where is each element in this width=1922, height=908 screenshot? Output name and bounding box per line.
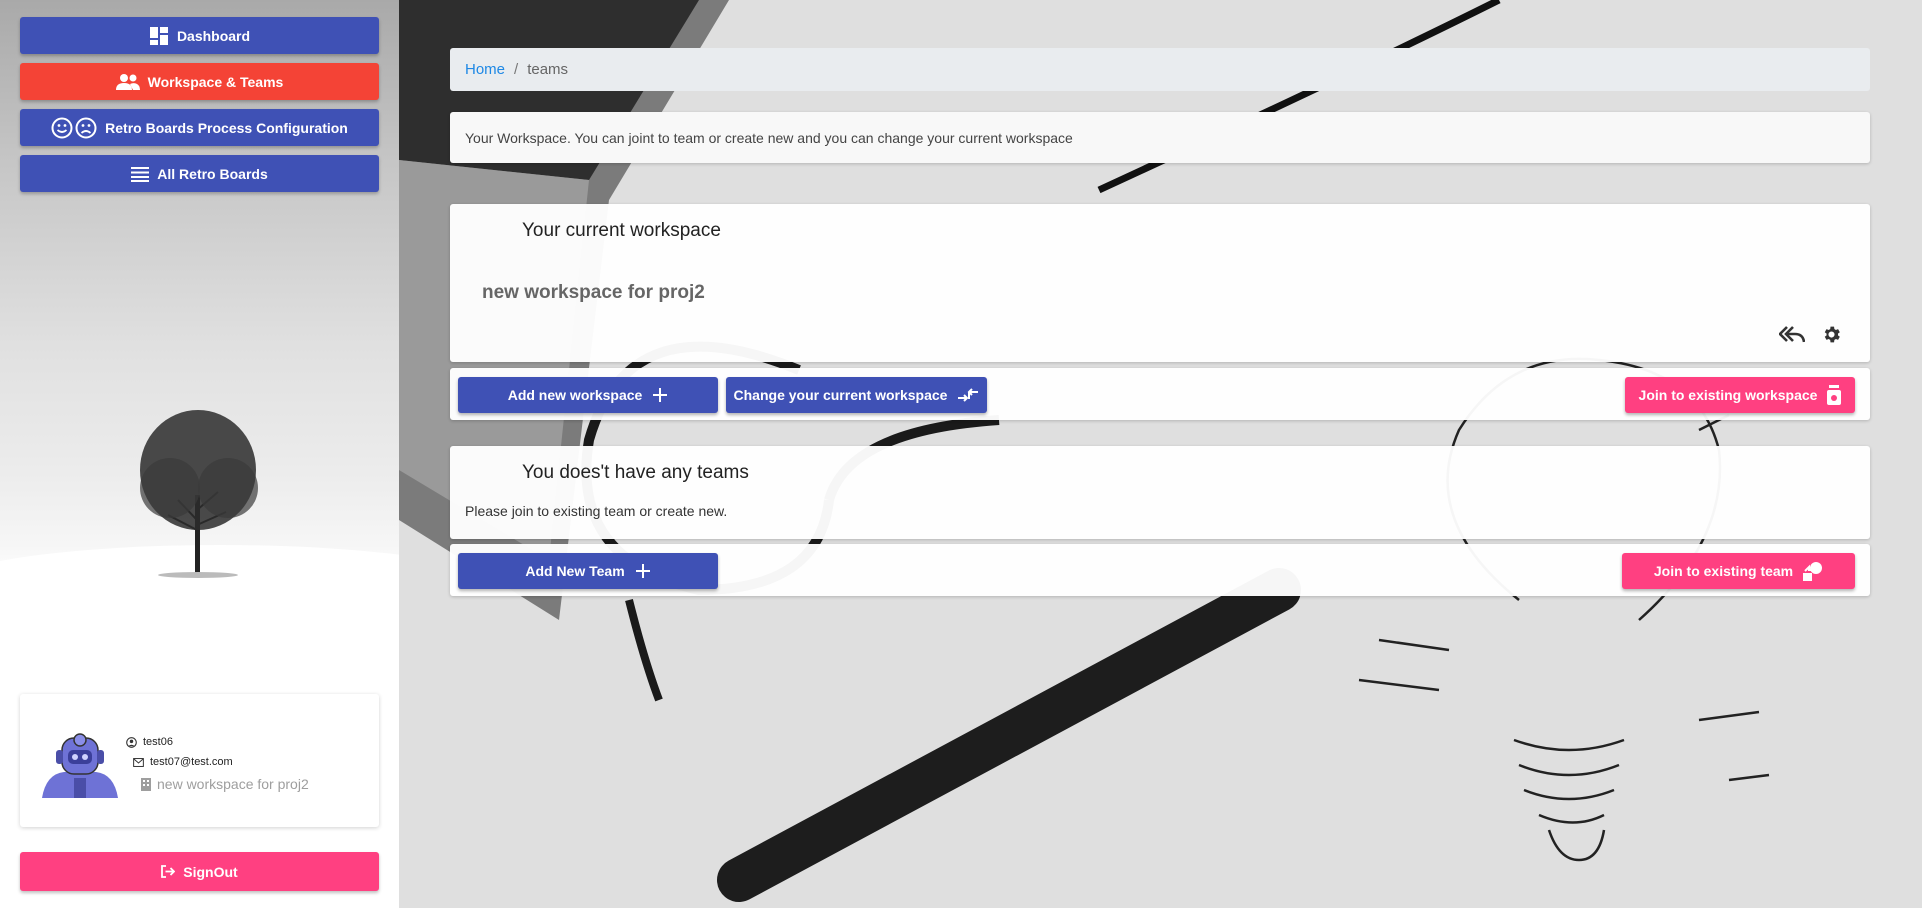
nav-all-retro-boards-button[interactable]: All Retro Boards (20, 155, 379, 192)
profile-username-row: test06 (126, 736, 173, 748)
plus-icon (635, 564, 650, 578)
info-text: Your Workspace. You can joint to team or… (465, 129, 1073, 146)
people-icon (115, 73, 140, 90)
smile-frown-icon (51, 117, 97, 138)
nav-workspace-teams-label: Workspace & Teams (147, 73, 284, 90)
workspace-settings-button[interactable] (1821, 324, 1842, 348)
profile-username: test06 (143, 736, 173, 748)
nav-process-config-button[interactable]: Retro Boards Process Configuration (20, 109, 379, 146)
add-workspace-button[interactable]: Add new workspace (458, 377, 718, 413)
current-workspace-title: Your current workspace (522, 220, 721, 241)
current-workspace-name: new workspace for proj2 (482, 282, 705, 303)
join-team-label: Join to existing team (1653, 563, 1794, 579)
user-circle-icon (126, 736, 137, 748)
swap-icon (958, 388, 979, 402)
list-icon (131, 166, 150, 182)
join-team-icon (1803, 562, 1823, 581)
dashboard-icon (149, 26, 168, 45)
plus-icon (653, 388, 668, 402)
profile-card: test06 test07@test.com new workspace for… (20, 694, 379, 827)
envelope-icon (133, 757, 144, 767)
teams-card: You does't have any teams Please join to… (450, 446, 1870, 539)
nav-process-config-label: Retro Boards Process Configuration (105, 119, 348, 136)
sidebar: Dashboard Workspace & Teams Retro Boards… (0, 0, 399, 908)
nav-workspace-teams-button[interactable]: Workspace & Teams (20, 63, 379, 100)
join-workspace-label: Join to existing workspace (1638, 387, 1818, 403)
team-actions-bar: Add New Team Join to existing team (450, 544, 1870, 596)
reply-all-icon (1778, 326, 1806, 343)
nav-dashboard-label: Dashboard (176, 27, 251, 44)
gear-icon (1824, 326, 1840, 343)
profile-workspace: new workspace for proj2 (157, 776, 309, 792)
profile-workspace-row: new workspace for proj2 (141, 776, 309, 792)
profile-email: test07@test.com (150, 756, 233, 768)
main-area: Home / teams Your Workspace. You can joi… (399, 0, 1922, 908)
profile-email-row: test07@test.com (133, 756, 233, 768)
teams-title: You does't have any teams (522, 462, 749, 483)
breadcrumb-current: teams (527, 61, 569, 78)
workspace-actions-bar: Add new workspace Change your current wo… (450, 368, 1870, 420)
sidebar-nav: Dashboard Workspace & Teams Retro Boards… (20, 17, 379, 201)
join-workspace-button[interactable]: Join to existing workspace (1625, 377, 1855, 413)
add-team-button[interactable]: Add New Team (458, 553, 718, 589)
signout-label: SignOut (183, 863, 238, 880)
breadcrumb-home-link[interactable]: Home (465, 61, 505, 78)
sign-out-icon (161, 865, 176, 878)
current-workspace-card: Your current workspace new workspace for… (450, 204, 1870, 362)
breadcrumb: Home / teams (450, 48, 1870, 91)
leave-workspace-button[interactable] (1778, 324, 1806, 347)
join-workspace-icon (1827, 385, 1842, 405)
change-workspace-button[interactable]: Change your current workspace (726, 377, 987, 413)
change-workspace-label: Change your current workspace (733, 387, 948, 403)
nav-all-retro-boards-label: All Retro Boards (157, 165, 268, 182)
add-workspace-label: Add new workspace (507, 387, 643, 403)
signout-button[interactable]: SignOut (20, 852, 379, 891)
nav-dashboard-button[interactable]: Dashboard (20, 17, 379, 54)
robot-avatar (42, 733, 118, 798)
breadcrumb-separator: / (514, 61, 519, 78)
tree-illustration (140, 410, 258, 578)
info-banner: Your Workspace. You can joint to team or… (450, 112, 1870, 163)
building-icon (141, 777, 151, 791)
add-team-label: Add New Team (525, 563, 625, 579)
join-team-button[interactable]: Join to existing team (1622, 553, 1855, 589)
teams-message: Please join to existing team or create n… (465, 503, 728, 519)
